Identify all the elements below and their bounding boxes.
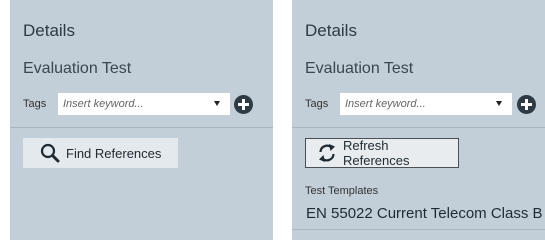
find-references-button[interactable]: Find References	[23, 138, 178, 168]
refresh-arrows-icon	[319, 144, 335, 162]
test-template-item[interactable]: EN 55022 Current Telecom Class B	[306, 205, 543, 222]
divider	[292, 127, 545, 128]
details-panel-before: Details Evaluation Test Tags Find Refere…	[10, 0, 273, 240]
divider	[292, 229, 545, 230]
find-references-label: Find References	[66, 145, 162, 161]
refresh-references-button[interactable]: Refresh References	[305, 138, 459, 168]
magnifier-icon	[40, 143, 60, 163]
evaluation-name: Evaluation Test	[305, 60, 414, 77]
test-templates-label: Test Templates	[305, 185, 379, 197]
divider	[10, 127, 273, 128]
tags-dropdown[interactable]	[339, 92, 513, 116]
tags-input[interactable]	[63, 93, 208, 115]
plus-circle-icon[interactable]	[234, 95, 253, 114]
panel-title: Details	[305, 21, 357, 40]
refresh-references-label: Refresh References	[343, 138, 410, 168]
panel-title: Details	[23, 21, 75, 40]
tags-label: Tags	[23, 98, 47, 110]
tags-label: Tags	[305, 98, 329, 110]
details-panel-after: Details Evaluation Test Tags Refresh Ref…	[292, 0, 545, 240]
caret-down-icon[interactable]	[214, 101, 220, 106]
evaluation-name: Evaluation Test	[23, 60, 132, 77]
tags-input[interactable]	[345, 93, 490, 115]
plus-circle-icon[interactable]	[517, 95, 536, 114]
caret-down-icon[interactable]	[496, 101, 502, 106]
tags-dropdown[interactable]	[57, 92, 231, 116]
